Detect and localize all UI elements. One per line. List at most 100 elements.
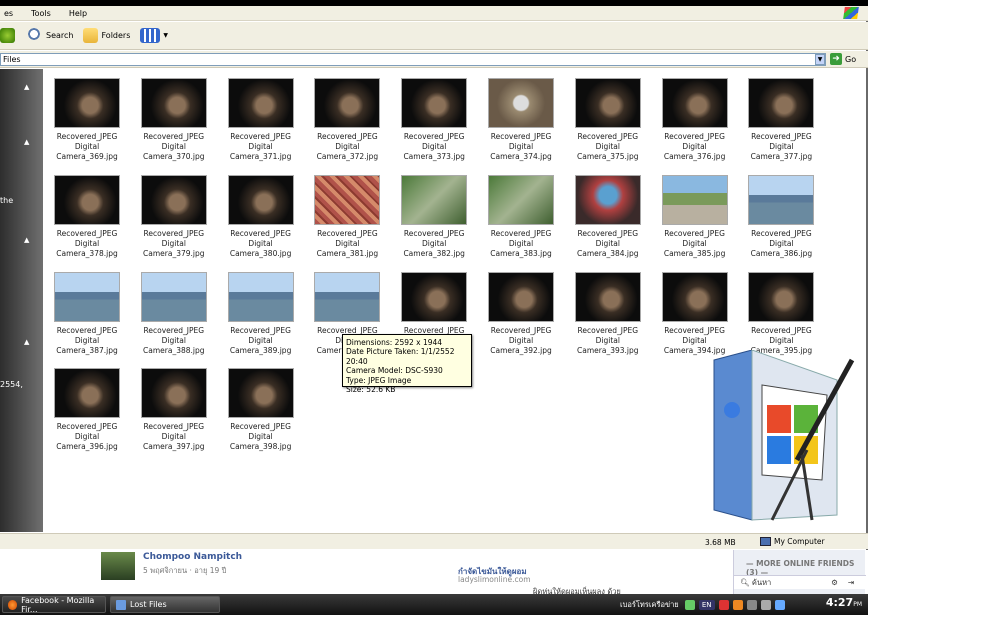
file-thumbnail[interactable] (227, 271, 294, 322)
file-thumbnail[interactable] (401, 174, 468, 225)
views-button[interactable]: ▼ (140, 28, 168, 43)
file-item[interactable]: Recovered_JPEG Digital Camera_396.jpg (44, 360, 130, 456)
collapse-chevron-icon[interactable]: ▲ (24, 138, 29, 146)
file-thumbnail[interactable] (488, 174, 554, 225)
file-item[interactable]: Recovered_JPEG Digital Camera_379.jpg (131, 167, 217, 263)
collapse-chevron-icon[interactable]: ▲ (24, 83, 29, 91)
file-thumbnail[interactable] (54, 271, 120, 322)
file-thumbnail[interactable] (574, 271, 641, 322)
file-item[interactable]: Recovered_JPEG Digital Camera_376.jpg (652, 70, 738, 166)
task-lost-files[interactable]: Lost Files (110, 596, 220, 613)
file-item[interactable]: Recovered_JPEG Digital Camera_373.jpg (391, 70, 477, 166)
file-item[interactable]: Recovered_JPEG Digital Camera_386.jpg (738, 167, 824, 263)
file-thumbnail[interactable] (227, 174, 294, 225)
task-pane: ▲ ▲ ▲ ▲ the 2554, (0, 69, 43, 532)
clock[interactable]: 4:27PM (826, 596, 862, 609)
file-thumbnail[interactable] (314, 174, 381, 225)
file-name: Recovered_JPEG Digital Camera_383.jpg (490, 228, 552, 258)
file-thumbnail[interactable] (314, 271, 381, 322)
file-thumbnail[interactable] (227, 78, 294, 128)
address-input[interactable]: Files (0, 53, 826, 66)
pane-text: the (0, 196, 14, 205)
file-item[interactable]: Recovered_JPEG Digital Camera_372.jpg (304, 70, 390, 166)
collapse-chevron-icon[interactable]: ▲ (24, 338, 29, 346)
chat-search-input[interactable]: 🔍︎ ค้นหา ⚙ ⇥ (734, 575, 866, 589)
file-thumbnail[interactable] (748, 78, 815, 128)
file-thumbnail[interactable] (140, 271, 207, 322)
antivirus-icon[interactable] (718, 599, 729, 610)
facebook-page: Chompoo Nampitch 5 พฤศจิกายน · อายุ 19 ป… (83, 550, 866, 596)
task-firefox[interactable]: Facebook - Mozilla Fir... (2, 596, 106, 614)
file-item[interactable]: Recovered_JPEG Digital Camera_378.jpg (44, 167, 130, 263)
file-thumbnail[interactable] (401, 78, 468, 128)
up-button[interactable] (0, 28, 18, 43)
volume-icon[interactable] (760, 599, 771, 610)
views-icon (140, 28, 161, 43)
search-button[interactable]: Search (28, 28, 73, 43)
popout-icon[interactable]: ⇥ (848, 576, 854, 589)
arrow-right-icon: ➜ (830, 53, 842, 65)
file-thumbnail[interactable] (488, 271, 554, 322)
go-button[interactable]: ➜ Go (830, 53, 856, 65)
file-item[interactable]: Recovered_JPEG Digital Camera_370.jpg (131, 70, 217, 166)
menu-item-edit-fragment[interactable]: es (4, 9, 13, 18)
file-thumbnail[interactable] (227, 368, 294, 419)
file-thumbnail[interactable] (54, 78, 120, 128)
file-thumbnail[interactable] (488, 78, 554, 128)
file-item[interactable]: Recovered_JPEG Digital Camera_384.jpg (565, 167, 651, 263)
file-item[interactable]: Recovered_JPEG Digital Camera_398.jpg (218, 360, 304, 456)
file-thumbnail[interactable] (574, 78, 641, 128)
file-item[interactable]: Recovered_JPEG Digital Camera_383.jpg (478, 167, 564, 263)
file-thumbnail[interactable] (661, 271, 728, 322)
tooltip-date: Date Picture Taken: 1/1/2552 20:40 (346, 347, 455, 366)
file-item[interactable]: Recovered_JPEG Digital Camera_377.jpg (738, 70, 824, 166)
shield-icon[interactable] (732, 599, 743, 610)
chat-sidebar: — MORE ONLINE FRIENDS (3) — 🔍︎ ค้นหา ⚙ ⇥ (733, 550, 866, 596)
file-item[interactable]: Recovered_JPEG Digital Camera_371.jpg (218, 70, 304, 166)
file-item[interactable]: Recovered_JPEG Digital Camera_397.jpg (131, 360, 217, 456)
file-thumbnail[interactable] (748, 174, 815, 225)
file-name: Recovered_JPEG Digital Camera_372.jpg (316, 132, 379, 161)
info-icon[interactable] (774, 599, 785, 610)
ad-url: ladyslimonline.com (458, 575, 531, 584)
file-item[interactable]: Recovered_JPEG Digital Camera_395.jpg (738, 264, 824, 360)
file-item[interactable]: Recovered_JPEG Digital Camera_375.jpg (565, 70, 651, 166)
address-dropdown-button[interactable]: ▼ (815, 54, 825, 65)
file-name: Recovered_JPEG Digital Camera_380.jpg (229, 228, 292, 258)
file-item[interactable]: Recovered_JPEG Digital Camera_380.jpg (218, 167, 304, 263)
file-item[interactable]: Recovered_JPEG Digital Camera_381.jpg (304, 167, 390, 263)
file-item[interactable]: Recovered_JPEG Digital Camera_388.jpg (131, 264, 217, 360)
file-thumbnail[interactable] (140, 368, 207, 419)
file-item[interactable]: Recovered_JPEG Digital Camera_393.jpg (565, 264, 651, 360)
file-item[interactable]: Recovered_JPEG Digital Camera_385.jpg (652, 167, 738, 263)
file-item[interactable]: Recovered_JPEG Digital Camera_382.jpg (391, 167, 477, 263)
network-icon[interactable] (684, 599, 695, 610)
file-thumbnail[interactable] (140, 174, 207, 225)
menu-item-help[interactable]: Help (69, 9, 87, 18)
file-item[interactable]: Recovered_JPEG Digital Camera_374.jpg (478, 70, 564, 166)
file-item[interactable]: Recovered_JPEG Digital Camera_387.jpg (44, 264, 130, 360)
file-thumbnail[interactable] (54, 174, 120, 225)
avatar[interactable] (101, 552, 135, 580)
file-item[interactable]: Recovered_JPEG Digital Camera_392.jpg (478, 264, 564, 360)
file-item[interactable]: Recovered_JPEG Digital Camera_394.jpg (652, 264, 738, 360)
profile-name[interactable]: Chompoo Nampitch (143, 552, 242, 562)
menu-item-tools[interactable]: Tools (31, 9, 51, 18)
safely-remove-icon[interactable] (746, 599, 757, 610)
gear-icon[interactable]: ⚙ (831, 576, 838, 589)
file-thumbnail[interactable] (574, 174, 641, 225)
collapse-chevron-icon[interactable]: ▲ (24, 236, 29, 244)
file-item[interactable]: Recovered_JPEG Digital Camera_369.jpg (44, 70, 130, 166)
file-thumbnail[interactable] (748, 271, 815, 322)
file-thumbnail[interactable] (401, 271, 468, 322)
file-thumbnail[interactable] (140, 78, 207, 128)
file-thumbnail[interactable] (661, 174, 728, 225)
file-item[interactable]: Recovered_JPEG Digital Camera_389.jpg (218, 264, 304, 360)
file-thumbnail[interactable] (661, 78, 728, 128)
language-indicator[interactable]: EN (698, 599, 715, 610)
address-bar: Files ▼ ➜ Go (0, 51, 868, 68)
folders-button[interactable]: Folders (83, 28, 130, 43)
file-thumbnail[interactable] (54, 368, 120, 419)
file-thumbnail[interactable] (314, 78, 381, 128)
search-icon (28, 28, 43, 43)
